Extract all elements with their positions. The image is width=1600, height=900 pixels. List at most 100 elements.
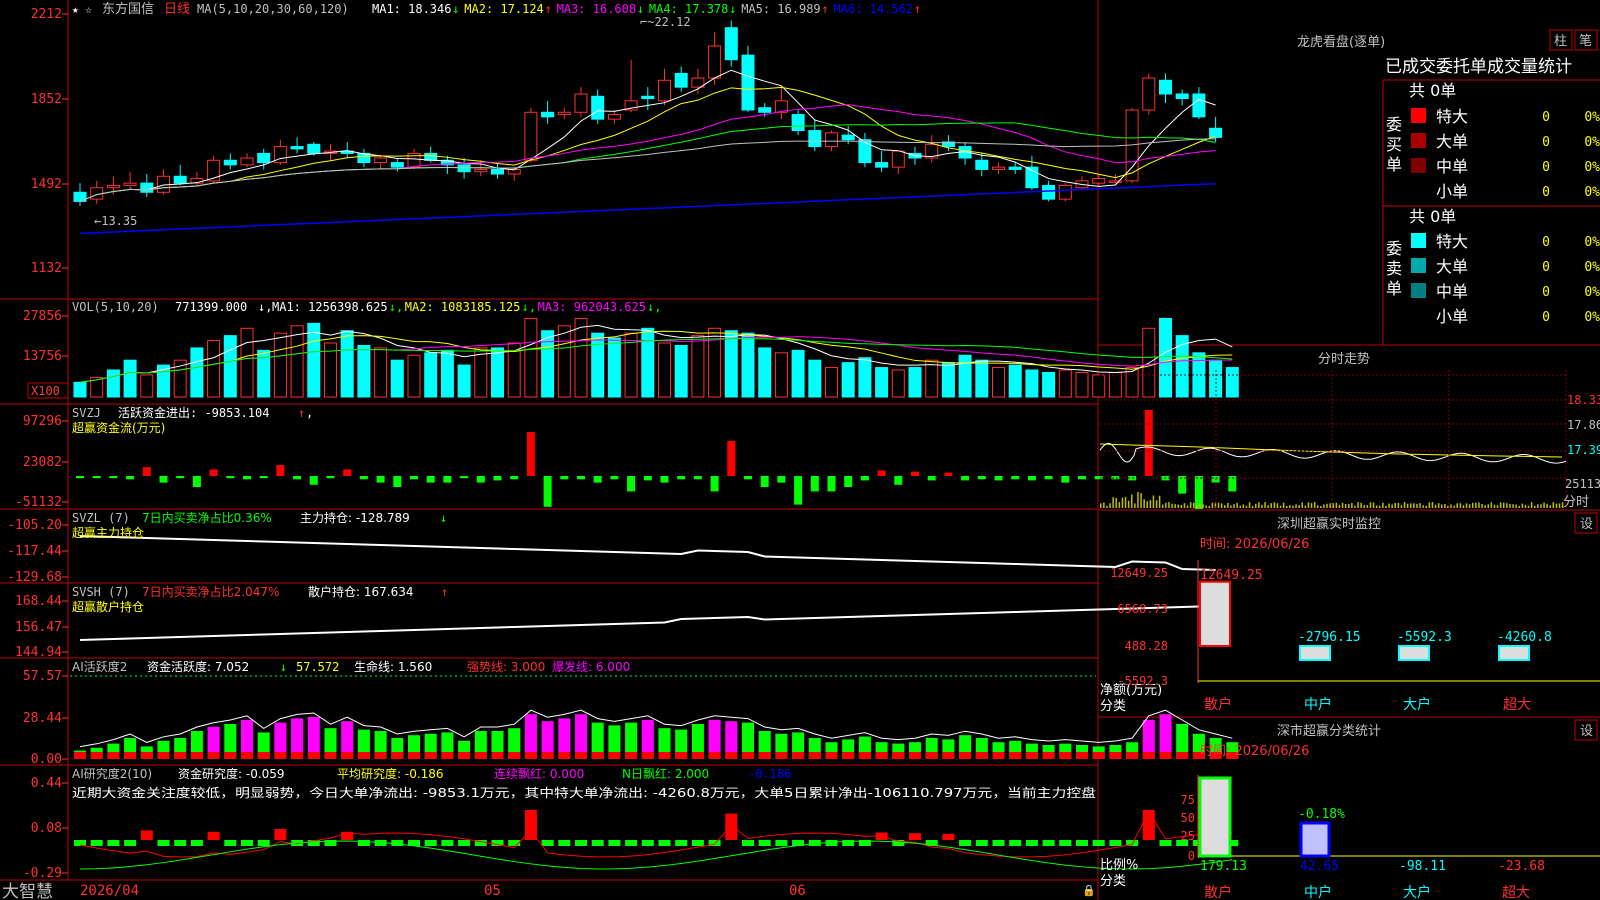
activity-base xyxy=(959,752,971,759)
research-bar xyxy=(441,840,453,846)
y-tick-label: 156.47 xyxy=(15,620,62,635)
intraday-vol-bar xyxy=(1187,505,1189,508)
intraday-vol-bar xyxy=(1308,502,1310,508)
activity-base xyxy=(909,752,921,759)
svzj-bar xyxy=(711,476,719,491)
cls-bar-retail xyxy=(1200,778,1230,856)
svzj-bar xyxy=(1028,476,1036,480)
cls-ratio-chart: 7550250-0.18%179.13 42.65 -98.11 -23.68散户 中户… xyxy=(1181,775,1600,900)
candle-body xyxy=(976,160,988,169)
candle-body xyxy=(725,28,737,60)
y-tick-label: 28.44 xyxy=(23,711,62,726)
candle-body xyxy=(241,158,253,165)
candle-body xyxy=(124,183,136,185)
activity-base xyxy=(158,752,170,759)
svzj-bar xyxy=(978,476,986,479)
ai-act-life: 生命线: 1.560 xyxy=(354,659,432,674)
cls-title: 深市超赢分类统计 xyxy=(1277,723,1381,739)
svzj-bar xyxy=(828,476,836,491)
activity-base xyxy=(575,752,587,759)
star-icon[interactable]: ★ ☆ xyxy=(72,3,92,16)
intraday-vol-bar xyxy=(1178,504,1180,508)
stock-name: 东方国信 xyxy=(102,1,154,17)
intraday-vol-bar xyxy=(1311,503,1313,508)
svzj-bar xyxy=(777,476,785,483)
candle-body xyxy=(859,140,871,163)
ai-act-y-axis: 57.5728.440.00 xyxy=(23,669,68,767)
sz-value-label: -4260.8 xyxy=(1497,630,1552,645)
activity-base xyxy=(792,752,804,759)
cls-y-tick: 25 xyxy=(1181,829,1195,843)
svzj-bar xyxy=(1195,476,1203,509)
svsh-y-axis: 168.44156.47144.94 xyxy=(15,594,68,660)
research-bar xyxy=(1026,840,1038,846)
chart-canvas[interactable]: ⌐~22.12 ←13.35 ★ ☆ 东方国信 日线 MA(5,10,20,30,… xyxy=(0,0,1600,900)
order-row-pct: 0% xyxy=(1584,235,1600,250)
intraday-vol-bar xyxy=(1289,505,1291,508)
candle-body xyxy=(592,96,604,119)
intraday-vol-bar xyxy=(1227,503,1229,508)
activity-base xyxy=(542,752,554,759)
volume-bar xyxy=(274,333,286,397)
svsh-title: SVSH (7) xyxy=(72,585,130,599)
volume-bar xyxy=(1009,365,1021,397)
intraday-vol-bar xyxy=(1398,503,1400,508)
sz-settings-button[interactable]: 设 xyxy=(1580,517,1593,532)
intraday-vol-bar xyxy=(1295,504,1297,508)
research-bar xyxy=(1093,840,1105,846)
intraday-vol-bar xyxy=(1147,501,1149,508)
research-bar xyxy=(642,840,654,846)
research-bar xyxy=(458,840,470,846)
intraday-vol-bar xyxy=(1503,503,1505,508)
sz-net-bar xyxy=(1300,646,1330,660)
ai-act-title: AI活跃度2 xyxy=(72,659,127,674)
intraday-vol-bar xyxy=(1137,492,1139,508)
candle-body xyxy=(258,153,270,162)
intraday-vol-bar xyxy=(1556,504,1558,508)
candle-body xyxy=(141,183,153,192)
activity-base xyxy=(842,752,854,759)
order-stats-header[interactable]: 已成交委托单成交量统计 xyxy=(1385,57,1572,77)
intraday-vol-bar xyxy=(1522,504,1524,508)
cls-value-label: 42.65 xyxy=(1300,859,1339,874)
intraday-vol-bar xyxy=(1506,503,1508,508)
lock-icon[interactable]: 🔒 xyxy=(1082,884,1096,897)
intraday-vol-bar xyxy=(1277,503,1279,508)
side-label-char: 委 xyxy=(1386,239,1402,258)
sz-value-label: -2796.15 xyxy=(1298,630,1361,645)
cls-settings-button[interactable]: 设 xyxy=(1580,724,1593,739)
intraday-vol-bar xyxy=(1447,506,1449,508)
sz-y-tick: 6568.73 xyxy=(1117,602,1168,616)
intraday-vol-bar xyxy=(1143,499,1145,508)
unit-badge: X100 xyxy=(31,384,60,398)
order-row-pct: 0% xyxy=(1584,135,1600,150)
activity-base xyxy=(1026,752,1038,759)
order-row-name: 中单 xyxy=(1436,282,1468,301)
intraday-vol-bar xyxy=(1103,502,1105,508)
intraday-vol-bar xyxy=(1515,505,1517,508)
volume-bar xyxy=(241,328,253,397)
y-tick-label: 13756 xyxy=(23,349,62,364)
research-bar xyxy=(425,840,437,846)
intraday-vol-bar xyxy=(1150,500,1152,508)
intraday-vol-bar xyxy=(1202,504,1204,508)
candle-body xyxy=(391,163,403,168)
intraday-vol-bar xyxy=(1131,495,1133,508)
activity-base xyxy=(775,752,787,759)
research-bar xyxy=(124,840,136,846)
svzj-bar xyxy=(878,471,886,477)
intraday-vol-bar xyxy=(1528,506,1530,508)
intraday-vol-bar xyxy=(1348,504,1350,508)
period-label[interactable]: 日线 xyxy=(164,2,190,17)
volume-bar xyxy=(542,331,554,397)
bar-toggle-button[interactable]: 柱 xyxy=(1554,34,1567,49)
month-05: 05 xyxy=(484,883,501,899)
candle-body xyxy=(792,115,804,131)
activity-base xyxy=(1043,752,1055,759)
svzj-bar xyxy=(193,476,201,487)
pen-toggle-button[interactable]: 笔 xyxy=(1579,33,1592,49)
y-tick-label: 1492 xyxy=(31,177,62,192)
candle-body xyxy=(107,185,119,187)
svzj-y-axis: 9729623082-51132 xyxy=(15,414,68,510)
y-tick-label: 57.57 xyxy=(23,669,62,684)
